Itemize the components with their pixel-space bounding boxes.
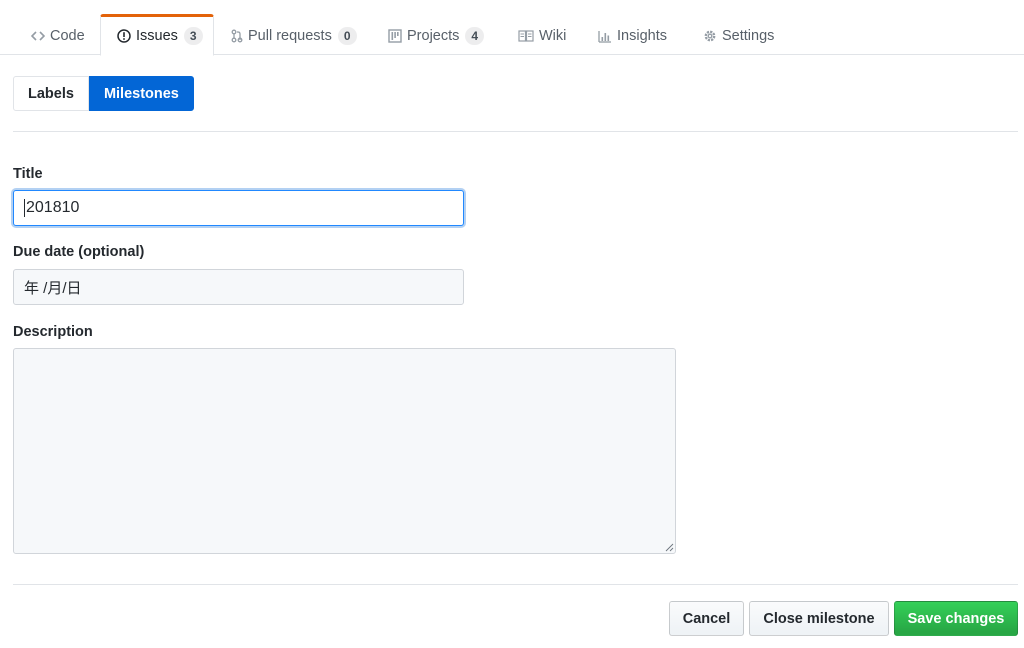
milestones-button[interactable]: Milestones xyxy=(88,76,194,111)
tab-pull-requests[interactable]: Pull requests 0 xyxy=(214,14,372,56)
tab-label: Issues xyxy=(136,28,178,44)
tab-label: Pull requests xyxy=(248,28,332,44)
tab-label: Projects xyxy=(407,28,460,44)
code-icon xyxy=(31,30,45,42)
repo-nav: Code Issues 3 Pull requests 0 Projects 4… xyxy=(0,0,1024,56)
tab-label: Insights xyxy=(617,28,667,44)
description-textarea[interactable] xyxy=(13,348,676,554)
tab-label: Code xyxy=(50,28,85,44)
close-milestone-button[interactable]: Close milestone xyxy=(749,601,889,636)
tab-insights[interactable]: Insights xyxy=(581,14,682,56)
due-date-placeholder: 年 /月/日 xyxy=(24,279,82,297)
tab-wiki[interactable]: Wiki xyxy=(501,14,581,56)
tab-issues[interactable]: Issues 3 xyxy=(100,14,214,56)
pull-requests-counter: 0 xyxy=(337,27,357,45)
book-icon xyxy=(518,30,534,42)
graph-icon xyxy=(598,30,612,43)
labels-milestones-subnav: Labels Milestones xyxy=(13,76,194,111)
title-input[interactable]: 201810 xyxy=(13,190,464,226)
title-label: Title xyxy=(13,166,43,182)
labels-button[interactable]: Labels xyxy=(13,76,89,111)
tab-projects[interactable]: Projects 4 xyxy=(371,14,499,56)
due-date-label: Due date (optional) xyxy=(13,244,145,260)
cancel-button[interactable]: Cancel xyxy=(669,601,744,636)
divider xyxy=(13,584,1018,585)
save-changes-button[interactable]: Save changes xyxy=(894,601,1018,636)
tab-label: Settings xyxy=(722,28,775,44)
resize-handle-icon[interactable] xyxy=(665,543,674,552)
project-icon xyxy=(388,29,402,43)
divider xyxy=(13,131,1018,132)
title-input-value: 201810 xyxy=(26,199,80,216)
tab-code[interactable]: Code xyxy=(14,14,100,56)
issues-counter: 3 xyxy=(183,27,203,45)
pull-request-icon xyxy=(231,29,243,43)
issue-opened-icon xyxy=(117,29,131,43)
tab-label: Wiki xyxy=(539,28,567,44)
text-caret xyxy=(24,199,25,217)
projects-counter: 4 xyxy=(465,27,485,45)
gear-icon xyxy=(703,29,717,43)
due-date-input[interactable]: 年 /月/日 xyxy=(13,269,464,305)
description-label: Description xyxy=(13,324,93,340)
tab-settings[interactable]: Settings xyxy=(686,14,789,56)
